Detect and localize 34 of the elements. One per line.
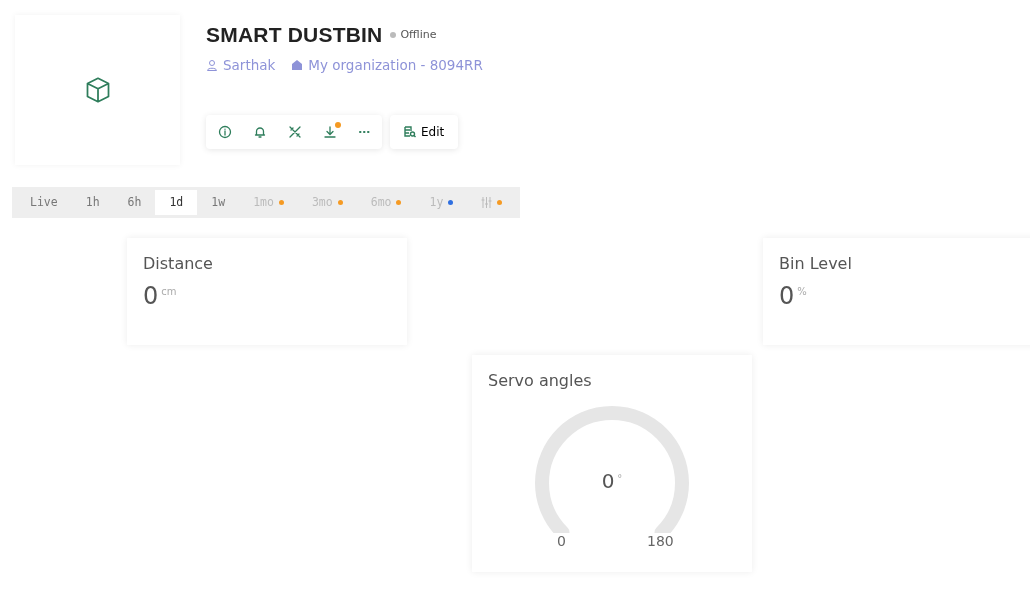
unit-label: % (797, 285, 807, 300)
organization-link[interactable]: My organization - 8094RR (291, 54, 483, 75)
user-icon (206, 58, 218, 71)
gauge-max-label: 180 (647, 532, 674, 552)
time-tab[interactable]: Live (16, 190, 72, 216)
owner-link[interactable]: Sarthak (206, 54, 276, 75)
more-icon (358, 129, 370, 134)
gauge-value: 0 (601, 471, 615, 492)
edit-button[interactable]: Edit (390, 114, 459, 149)
time-tab[interactable]: 6h (113, 190, 156, 216)
widget-title: Servo angles (488, 370, 592, 393)
bell-button[interactable] (253, 124, 267, 139)
edit-icon (404, 125, 416, 138)
more-button[interactable] (358, 129, 370, 134)
widget-title: Distance (143, 253, 213, 276)
sliders-icon (481, 197, 493, 209)
widget-value: 0 (779, 284, 795, 309)
tools-button[interactable] (288, 124, 302, 139)
info-icon (218, 124, 232, 139)
bell-icon (253, 124, 267, 139)
gauge-min-label: 0 (557, 532, 566, 552)
unit-label: ° (617, 472, 623, 487)
widget-value: 0 (143, 284, 159, 309)
unit-label: cm (161, 285, 177, 300)
download-icon (323, 124, 337, 139)
widget-title: Bin Level (779, 253, 852, 276)
tools-icon (288, 124, 302, 139)
time-tab[interactable]: 1w (197, 190, 240, 216)
status-text: Offline (400, 26, 437, 43)
building-icon (291, 58, 304, 71)
info-button[interactable] (218, 124, 232, 139)
time-tab[interactable]: 1h (71, 190, 114, 216)
time-tab[interactable]: 1d (155, 190, 198, 216)
device-title: SMART DUSTBIN (206, 22, 383, 48)
